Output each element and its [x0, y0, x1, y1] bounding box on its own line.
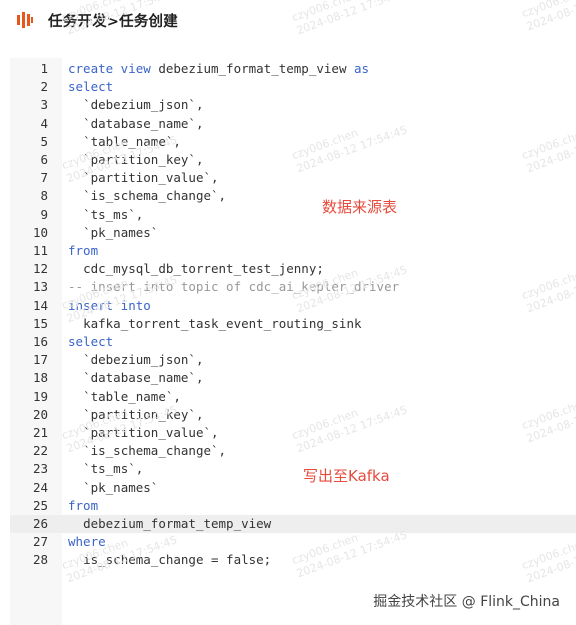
code-text: select: [68, 78, 113, 96]
sql-token: debezium_format_temp_view: [150, 61, 354, 76]
line-number: 18: [32, 370, 48, 386]
code-line[interactable]: 23 `ts_ms`,: [10, 460, 576, 478]
line-number: 24: [32, 479, 48, 495]
code-line[interactable]: 1 create view debezium_format_temp_view a…: [10, 60, 576, 78]
line-number: 26: [32, 516, 48, 531]
code-text: `pk_names`: [68, 224, 158, 242]
line-number: 2: [40, 79, 48, 95]
line-number: 17: [32, 352, 48, 368]
sql-token: `ts_ms`,: [83, 461, 144, 477]
sql-keyword: select: [68, 79, 114, 95]
sql-keyword: select: [68, 334, 114, 349]
line-number: 9: [40, 206, 48, 222]
line-number: 11: [32, 243, 48, 258]
code-line[interactable]: 12 cdc_mysql_db_torrent_test_jenny;: [10, 260, 576, 278]
sql-token: `debezium_json`,: [83, 352, 204, 368]
line-number: 27: [32, 534, 48, 550]
sql-token: `database_name`,: [83, 370, 204, 386]
sql-token: `pk_names`: [83, 224, 159, 240]
line-number: 1: [40, 61, 48, 76]
line-number: 16: [32, 334, 48, 349]
sql-code-editor[interactable]: 1 create view debezium_format_temp_view a…: [10, 58, 576, 625]
sql-token: `is_schema_change`,: [83, 443, 227, 459]
code-line[interactable]: 19 `table_name`,: [10, 388, 576, 406]
code-line[interactable]: 16 select: [10, 333, 576, 351]
code-text: from: [68, 497, 98, 515]
sql-token: `debezium_json`,: [83, 97, 204, 113]
sql-keyword: from: [68, 243, 99, 258]
line-number: 25: [32, 497, 48, 513]
sql-token: `pk_names`: [83, 479, 159, 495]
code-text: `debezium_json`,: [68, 96, 203, 114]
line-number: 14: [32, 297, 48, 313]
code-text: `ts_ms`,: [68, 460, 143, 478]
line-number: 6: [40, 152, 48, 167]
line-number: 5: [40, 133, 48, 149]
code-line[interactable]: 10 `pk_names`: [10, 224, 576, 242]
line-number: 20: [32, 406, 48, 422]
code-text: from: [68, 242, 98, 260]
code-line[interactable]: 15 kafka_torrent_task_event_routing_sink: [10, 315, 576, 333]
line-number: 3: [40, 97, 48, 113]
code-line[interactable]: 17 `debezium_json`,: [10, 351, 576, 369]
annotation-write-kafka: 写出至Kafka: [303, 467, 390, 485]
sql-token: debezium_format_temp_view: [83, 516, 272, 531]
code-line[interactable]: 25 from: [10, 497, 576, 515]
line-number: 8: [40, 188, 48, 204]
line-number: 7: [40, 170, 48, 186]
brand-logo-icon: [17, 12, 33, 28]
code-text: `debezium_json`,: [68, 351, 203, 369]
code-line[interactable]: 8 `is_schema_change`,: [10, 187, 576, 205]
code-text: `is_schema_change`,: [68, 187, 226, 205]
sql-keyword: from: [68, 497, 99, 513]
line-number: 12: [32, 261, 48, 277]
line-number: 21: [32, 425, 48, 440]
sql-token: cdc_mysql_db_torrent_test_jenny;: [83, 261, 324, 277]
code-text: `database_name`,: [68, 115, 203, 133]
sql-token: kafka_torrent_task_event_routing_sink: [83, 315, 362, 331]
code-line[interactable]: 26 debezium_format_temp_view: [10, 515, 576, 534]
code-text: create view debezium_format_temp_view as: [68, 60, 369, 78]
code-text: kafka_torrent_task_event_routing_sink: [68, 315, 362, 333]
code-line[interactable]: 11 from: [10, 242, 576, 260]
line-number: 23: [32, 461, 48, 477]
code-line[interactable]: 18 `database_name`,: [10, 369, 576, 387]
code-text: `database_name`,: [68, 369, 203, 387]
sql-token: `is_schema_change`,: [83, 188, 227, 204]
sql-token: `ts_ms`,: [83, 206, 144, 222]
code-text: `ts_ms`,: [68, 206, 143, 224]
footer-credit: 掘金技术社区 @ Flink_China: [373, 594, 560, 610]
line-number: 19: [32, 388, 48, 404]
line-number: 28: [32, 552, 48, 568]
code-text: select: [68, 333, 113, 351]
sql-keyword: create view: [68, 61, 151, 76]
code-line[interactable]: 4 `database_name`,: [10, 115, 576, 133]
line-number: 4: [40, 115, 48, 131]
line-number: 10: [32, 224, 48, 240]
line-number: 13: [32, 279, 48, 295]
code-text: cdc_mysql_db_torrent_test_jenny;: [68, 260, 324, 278]
code-line[interactable]: 9 `ts_ms`,: [10, 206, 576, 224]
annotation-source-table: 数据来源表: [322, 198, 398, 216]
line-number: 22: [32, 443, 48, 459]
code-line[interactable]: 3 `debezium_json`,: [10, 96, 576, 114]
code-text: `pk_names`: [68, 479, 158, 497]
code-line[interactable]: 2 select: [10, 78, 576, 96]
sql-keyword: as: [354, 61, 370, 76]
code-line[interactable]: 24 `pk_names`: [10, 479, 576, 497]
line-number: 15: [32, 315, 48, 331]
